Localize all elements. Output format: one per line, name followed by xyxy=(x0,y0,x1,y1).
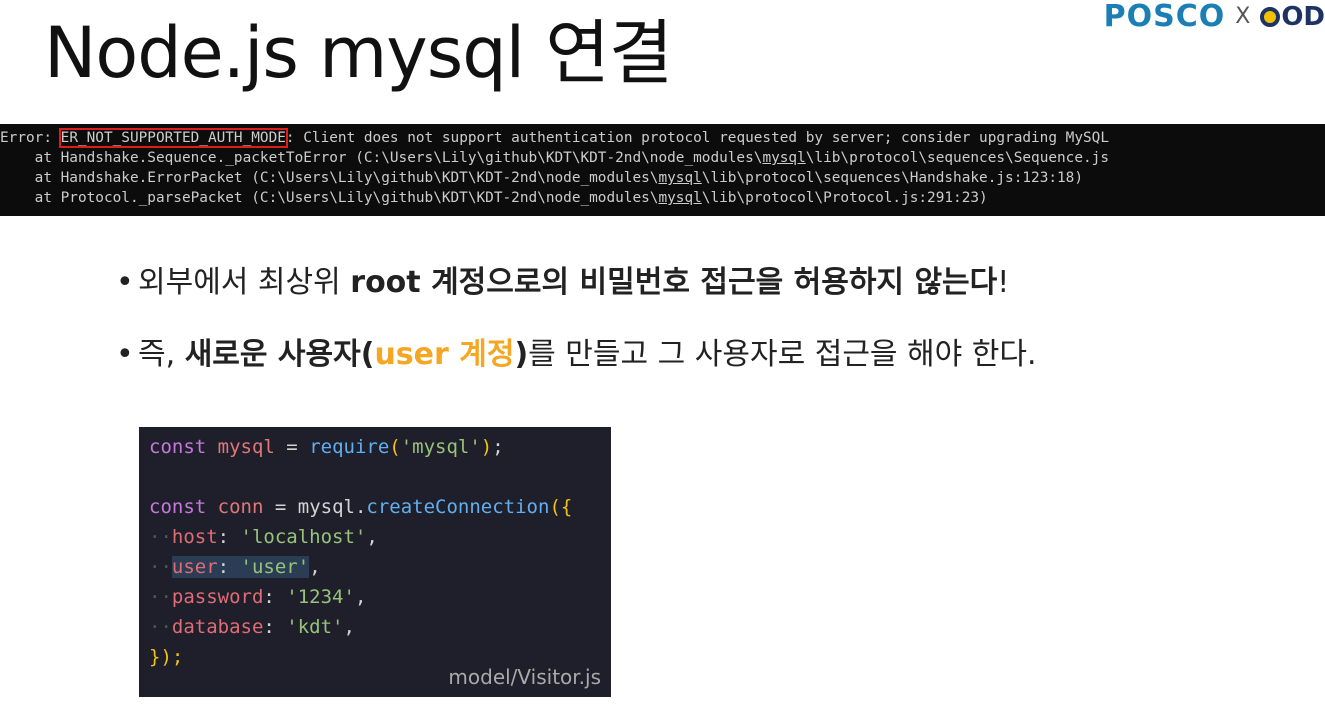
bullet-1-bold: root 계정으로의 비밀번호 접근을 허용하지 않는다 xyxy=(350,265,998,300)
logo-separator: X xyxy=(1235,4,1251,29)
bullet-2-text-b: 를 만들고 그 사용자로 접근을 해야 한다. xyxy=(528,337,1037,372)
closing-brackets: }); xyxy=(149,646,184,668)
terminal-line-2: at Handshake.Sequence._packetToError (C:… xyxy=(0,148,1325,168)
error-code-highlight: ER_NOT_SUPPORTED_AUTH_MODE xyxy=(58,128,288,148)
stack-frame-2a: at Handshake.Sequence._packetToError (C:… xyxy=(0,150,763,166)
operator: = xyxy=(263,496,298,518)
terminal-line-4: at Protocol._parsePacket (C:\Users\Lily\… xyxy=(0,188,1325,208)
code-line-user: ··user: 'user', xyxy=(149,556,321,578)
stack-frame-2c: \lib\protocol\sequences\Sequence.js xyxy=(805,150,1110,166)
bullet-1-end: ! xyxy=(997,265,1010,300)
code-line-3: const conn = mysql.createConnection({ xyxy=(149,496,573,518)
bullet-2-bold-b: ) xyxy=(514,337,529,372)
code-line-1: const mysql = require('mysql'); xyxy=(149,436,504,458)
bullet-1-text: 외부에서 최상위 xyxy=(138,265,351,300)
host-key: host xyxy=(171,526,218,548)
codingon-logo-text: OD xyxy=(1281,2,1325,32)
slide-title: Node.js mysql 연결 xyxy=(44,12,673,94)
error-message: : Client does not support authentication… xyxy=(285,130,1109,146)
password-value: '1234' xyxy=(286,586,355,608)
code-snippet: const mysql = require('mysql'); const co… xyxy=(139,427,611,697)
posco-logo-text: POSCO xyxy=(1103,0,1226,34)
stack-frame-3b: mysql xyxy=(658,170,702,186)
code-line-password: ··password: '1234', xyxy=(149,586,367,608)
bullet-item-1: • 외부에서 최상위 root 계정으로의 비밀번호 접근을 허용하지 않는다! xyxy=(116,268,1037,302)
host-value: 'localhost' xyxy=(240,526,367,548)
database-value: 'kdt' xyxy=(286,616,344,638)
code-line-database: ··database: 'kdt', xyxy=(149,616,355,638)
error-prefix: Error: xyxy=(0,130,61,146)
bullet-2-highlight: user 계정 xyxy=(374,337,515,372)
bullet-dot-icon: • xyxy=(116,337,134,372)
code-line-host: ··host: 'localhost', xyxy=(149,526,378,548)
password-key: password xyxy=(171,586,264,608)
database-key: database xyxy=(171,616,264,638)
code-filename-label: model/Visitor.js xyxy=(448,665,601,689)
stack-frame-4a: at Protocol._parsePacket (C:\Users\Lily\… xyxy=(0,190,659,206)
create-connection-call: createConnection xyxy=(366,496,550,518)
variable-conn: conn xyxy=(217,496,264,518)
terminal-line-1: Error: ER_NOT_SUPPORTED_AUTH_MODE: Clien… xyxy=(0,128,1325,148)
codingon-logo: OD xyxy=(1260,4,1325,30)
stack-frame-3a: at Handshake.ErrorPacket (C:\Users\Lily\… xyxy=(0,170,659,186)
bullet-2-bold-a: 새로운 사용자( xyxy=(184,337,375,372)
mysql-object: mysql xyxy=(297,496,355,518)
stack-frame-4b: mysql xyxy=(658,190,702,206)
terminal-line-3: at Handshake.ErrorPacket (C:\Users\Lily\… xyxy=(0,168,1325,188)
bullet-2-text-a: 즉, xyxy=(138,337,185,372)
error-terminal-screenshot: Error: ER_NOT_SUPPORTED_AUTH_MODE: Clien… xyxy=(0,124,1325,216)
user-key: user xyxy=(171,556,218,578)
stack-frame-4c: \lib\protocol\Protocol.js:291:23) xyxy=(701,190,988,206)
const-keyword: const xyxy=(149,436,207,458)
require-call: require xyxy=(309,436,390,458)
string-mysql: 'mysql' xyxy=(400,436,481,458)
const-keyword: const xyxy=(149,496,207,518)
variable-mysql: mysql xyxy=(217,436,275,458)
stack-frame-2b: mysql xyxy=(762,150,806,166)
operator: = xyxy=(274,436,310,458)
user-value: 'user' xyxy=(240,556,310,578)
bullet-dot-icon: • xyxy=(116,265,134,300)
codingon-logo-dot-icon xyxy=(1260,7,1281,27)
bullet-item-2: • 즉, 새로운 사용자(user 계정)를 만들고 그 사용자로 접근을 해야 … xyxy=(116,340,1037,374)
bullet-list: • 외부에서 최상위 root 계정으로의 비밀번호 접근을 허용하지 않는다! … xyxy=(116,268,1037,412)
stack-frame-3c: \lib\protocol\sequences\Handshake.js:123… xyxy=(701,170,1084,186)
posco-codingon-logo: POSCO X OD xyxy=(1104,0,1325,34)
